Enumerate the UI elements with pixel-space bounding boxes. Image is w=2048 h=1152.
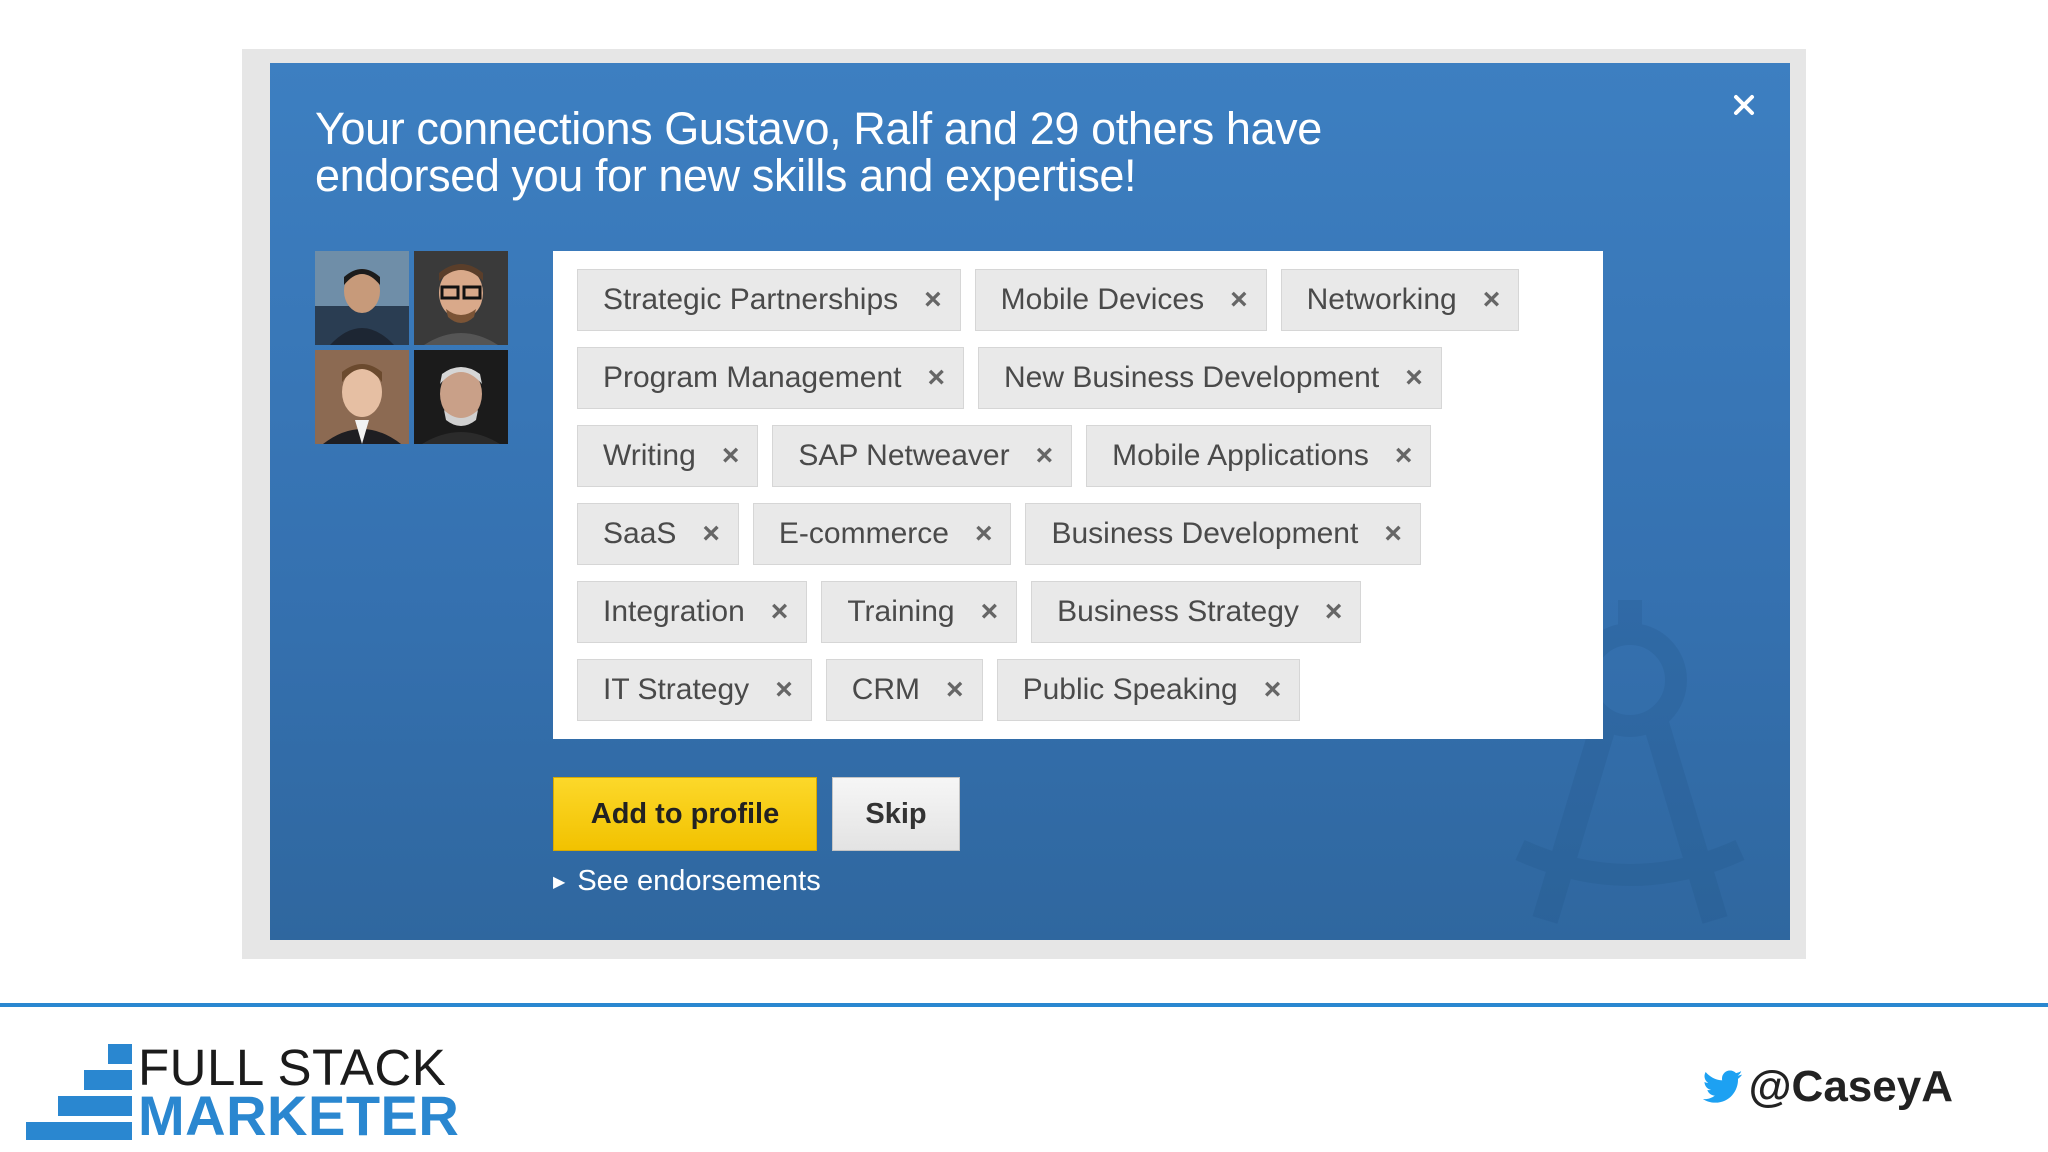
headline-line-1: Your connections Gustavo, Ralf and 29 ot… bbox=[315, 103, 1322, 154]
see-endorsements-link[interactable]: ▶ See endorsements bbox=[553, 865, 821, 898]
skill-chip: CRM × bbox=[825, 659, 983, 721]
skill-label: E-commerce bbox=[778, 517, 949, 550]
full-stack-marketer-logo: FULL STACK MARKETER bbox=[26, 1042, 486, 1144]
see-endorsements-label: See endorsements bbox=[577, 865, 821, 897]
remove-skill-icon[interactable]: × bbox=[1405, 363, 1423, 393]
close-icon bbox=[1734, 95, 1754, 115]
skill-label: Writing bbox=[603, 439, 696, 472]
avatar[interactable] bbox=[315, 251, 409, 345]
skill-row: Program Management × New Business Developm… bbox=[577, 347, 1603, 409]
remove-skill-icon[interactable]: × bbox=[771, 597, 789, 627]
skill-chip: New Business Development × bbox=[978, 347, 1442, 409]
skill-label: Business Strategy bbox=[1057, 595, 1299, 628]
skill-label: SAP Netweaver bbox=[798, 439, 1010, 472]
remove-skill-icon[interactable]: × bbox=[1395, 441, 1413, 471]
twitter-handle[interactable]: @CaseyA bbox=[1702, 1062, 1953, 1112]
remove-skill-icon[interactable]: × bbox=[1230, 285, 1248, 315]
skill-row: Integration × Training × Business Strategy × bbox=[577, 581, 1603, 643]
skill-label: Mobile Applications bbox=[1112, 439, 1369, 472]
remove-skill-icon[interactable]: × bbox=[981, 597, 999, 627]
logo-text-line-2: MARKETER bbox=[138, 1084, 460, 1147]
endorser-avatars bbox=[315, 251, 509, 445]
footer-divider bbox=[0, 1003, 2048, 1007]
skill-chip: Business Development × bbox=[1025, 503, 1421, 565]
skill-row: Strategic Partnerships × Mobile Devices × Ne… bbox=[577, 269, 1603, 331]
skill-chip: SAP Netweaver × bbox=[772, 425, 1073, 487]
skill-label: Strategic Partnerships bbox=[603, 283, 899, 316]
skill-chip: Training × bbox=[821, 581, 1018, 643]
skill-label: Training bbox=[847, 595, 955, 628]
skill-label: Mobile Devices bbox=[1000, 283, 1205, 316]
remove-skill-icon[interactable]: × bbox=[1483, 285, 1501, 315]
endorsement-modal: Your connections Gustavo, Ralf and 29 ot… bbox=[270, 63, 1790, 940]
remove-skill-icon[interactable]: × bbox=[975, 519, 993, 549]
skill-label: Business Development bbox=[1051, 517, 1359, 550]
caret-right-icon: ▶ bbox=[553, 873, 566, 891]
add-to-profile-button[interactable]: Add to profile bbox=[553, 777, 817, 851]
skip-button[interactable]: Skip bbox=[832, 777, 960, 851]
avatar[interactable] bbox=[414, 350, 508, 444]
skill-chip: Writing × bbox=[577, 425, 759, 487]
remove-skill-icon[interactable]: × bbox=[1325, 597, 1343, 627]
skill-chip: Business Strategy × bbox=[1031, 581, 1362, 643]
remove-skill-icon[interactable]: × bbox=[702, 519, 720, 549]
skill-chip: Mobile Devices × bbox=[974, 269, 1267, 331]
skill-label: SaaS bbox=[603, 517, 677, 550]
skill-chip: IT Strategy × bbox=[577, 659, 812, 721]
remove-skill-icon[interactable]: × bbox=[924, 285, 942, 315]
skill-label: Public Speaking bbox=[1022, 673, 1238, 706]
stacked-bars-logo-icon bbox=[26, 1044, 132, 1140]
remove-skill-icon[interactable]: × bbox=[946, 675, 964, 705]
screenshot-frame: Your connections Gustavo, Ralf and 29 ot… bbox=[242, 49, 1806, 959]
skill-row: IT Strategy × CRM × Public Speaking × bbox=[577, 659, 1603, 721]
skill-label: Networking bbox=[1306, 283, 1457, 316]
skill-chip: Mobile Applications × bbox=[1086, 425, 1432, 487]
skill-row: Writing × SAP Netweaver × Mobile Application… bbox=[577, 425, 1603, 487]
skill-label: Integration bbox=[603, 595, 745, 628]
skill-row: SaaS × E-commerce × Business Development × bbox=[577, 503, 1603, 565]
skill-label: CRM bbox=[851, 673, 921, 706]
skill-chip: Public Speaking × bbox=[996, 659, 1301, 721]
remove-skill-icon[interactable]: × bbox=[1036, 441, 1054, 471]
skill-label: New Business Development bbox=[1004, 361, 1380, 394]
skills-list: Strategic Partnerships × Mobile Devices × Ne… bbox=[553, 251, 1603, 739]
avatar[interactable] bbox=[414, 251, 508, 345]
skill-chip: Strategic Partnerships × bbox=[577, 269, 961, 331]
remove-skill-icon[interactable]: × bbox=[722, 441, 740, 471]
skill-chip: SaaS × bbox=[577, 503, 739, 565]
remove-skill-icon[interactable]: × bbox=[1264, 675, 1282, 705]
skill-chip: Program Management × bbox=[577, 347, 965, 409]
twitter-handle-text: @CaseyA bbox=[1748, 1062, 1953, 1111]
avatar[interactable] bbox=[315, 350, 409, 444]
twitter-bird-icon bbox=[1702, 1070, 1742, 1103]
remove-skill-icon[interactable]: × bbox=[775, 675, 793, 705]
skill-label: IT Strategy bbox=[603, 673, 750, 706]
remove-skill-icon[interactable]: × bbox=[1384, 519, 1402, 549]
skill-chip: E-commerce × bbox=[752, 503, 1012, 565]
skill-chip: Networking × bbox=[1280, 269, 1520, 331]
skill-chip: Integration × bbox=[577, 581, 808, 643]
close-button[interactable] bbox=[1724, 85, 1764, 125]
remove-skill-icon[interactable]: × bbox=[927, 363, 945, 393]
modal-headline: Your connections Gustavo, Ralf and 29 ot… bbox=[315, 105, 1515, 199]
headline-line-2: endorsed you for new skills and expertis… bbox=[315, 150, 1137, 201]
skill-label: Program Management bbox=[603, 361, 902, 394]
